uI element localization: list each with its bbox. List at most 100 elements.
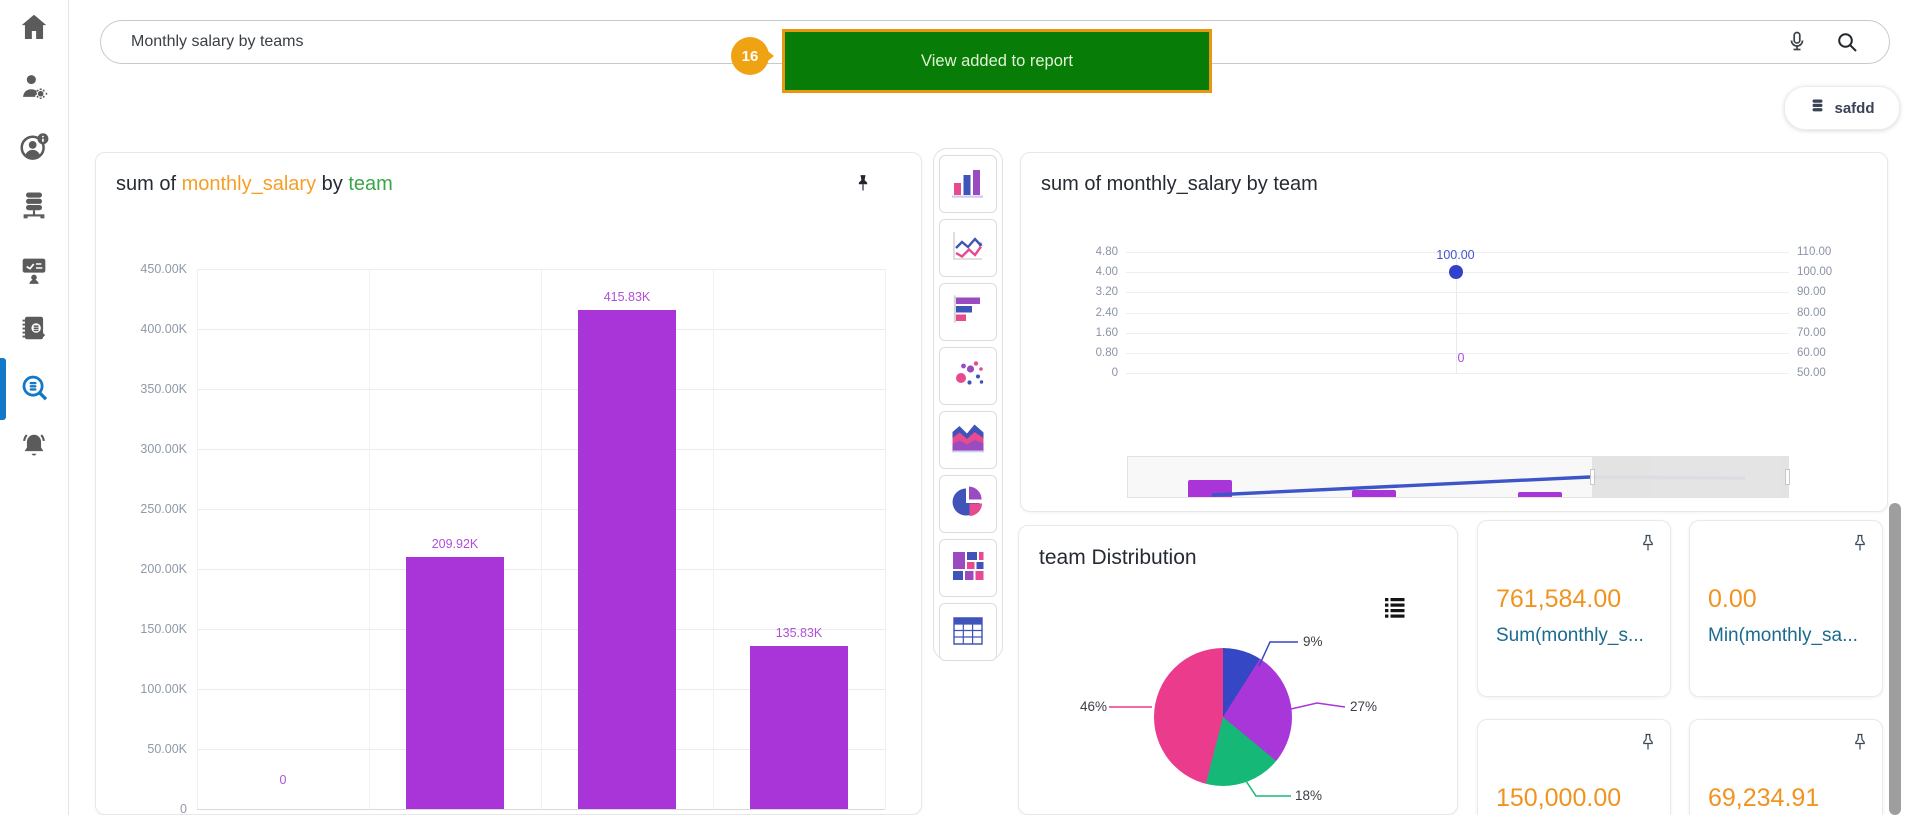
y-axis-tick: 400.00K xyxy=(117,322,187,336)
y-axis-tick: 250.00K xyxy=(117,502,187,516)
gridline-vertical xyxy=(369,269,370,809)
right-axis-tick: 80.00 xyxy=(1797,307,1847,319)
sidebar-item-notifications[interactable] xyxy=(14,428,54,468)
pie-chart-panel: team Distribution 9% 27% 18% 46% xyxy=(1018,525,1458,815)
chart-type-treemap-chart[interactable] xyxy=(939,539,997,597)
gridline xyxy=(1126,333,1789,334)
pie-slice-label: 18% xyxy=(1295,788,1333,803)
sidebar-item-home[interactable] xyxy=(14,9,54,49)
right-axis-tick: 60.00 xyxy=(1797,347,1847,359)
y-axis-tick: 50.00K xyxy=(117,742,187,756)
analytics-app: 16 View added to report safdd sum of mon… xyxy=(0,0,1914,815)
pin-icon[interactable] xyxy=(853,173,873,193)
brush-handle-right[interactable] xyxy=(1785,469,1790,485)
data-point[interactable] xyxy=(1449,265,1463,279)
bar-panel-title: sum of monthly_salary by team xyxy=(116,173,393,196)
data-sources-icon xyxy=(18,189,50,226)
search-icon[interactable] xyxy=(1835,30,1859,54)
chart-type-table-chart[interactable] xyxy=(939,603,997,661)
pin-icon[interactable] xyxy=(1638,732,1658,752)
list-icon[interactable] xyxy=(1384,596,1406,618)
bar-value-label: 415.83K xyxy=(582,290,672,304)
gridline xyxy=(1126,373,1789,374)
pie-panel-title: team Distribution xyxy=(1039,546,1197,570)
pie-chart-icon xyxy=(948,482,988,527)
chart-type-selector xyxy=(933,148,1003,660)
pie-slice-label: 9% xyxy=(1303,634,1341,649)
pin-icon[interactable] xyxy=(1850,533,1870,553)
title-field: monthly_salary xyxy=(182,173,317,195)
sidebar-item-data-search[interactable] xyxy=(14,370,54,410)
column-chart-icon xyxy=(948,162,988,207)
active-item-indicator xyxy=(0,358,6,420)
y-axis-tick: 200.00K xyxy=(117,562,187,576)
scatter-chart-icon xyxy=(948,354,988,399)
left-axis-tick: 1.60 xyxy=(1076,327,1118,339)
chart-type-scatter-chart[interactable] xyxy=(939,347,997,405)
right-axis-tick: 90.00 xyxy=(1797,286,1847,298)
gridline-vertical xyxy=(197,269,198,809)
metric-label: Min(monthly_sa... xyxy=(1708,625,1858,647)
pin-icon[interactable] xyxy=(1638,533,1658,553)
left-axis-tick: 2.40 xyxy=(1076,307,1118,319)
microphone-icon[interactable] xyxy=(1785,30,1809,54)
chart-type-pie-chart[interactable] xyxy=(939,475,997,533)
y-axis-tick: 150.00K xyxy=(117,622,187,636)
left-axis-tick: 0.80 xyxy=(1076,347,1118,359)
sidebar-item-user-info[interactable] xyxy=(14,129,54,169)
bar[interactable] xyxy=(750,646,848,809)
pin-icon[interactable] xyxy=(1850,732,1870,752)
presentation-icon xyxy=(18,254,50,291)
sidebar-item-data-journal[interactable] xyxy=(14,310,54,350)
right-axis-tick: 110.00 xyxy=(1797,246,1847,258)
sidebar-item-user-settings[interactable] xyxy=(14,68,54,108)
metric-value: 150,000.00 xyxy=(1496,784,1621,813)
metric-card: 150,000.00 xyxy=(1477,719,1671,815)
brush-handle-left[interactable] xyxy=(1590,469,1595,485)
x-axis-line xyxy=(197,809,885,810)
bar-chart-panel: sum of monthly_salary by team 0 50.00K 100… xyxy=(95,152,922,815)
right-axis-tick: 70.00 xyxy=(1797,327,1847,339)
minimap-brush[interactable] xyxy=(1592,457,1788,497)
bar[interactable] xyxy=(406,557,504,809)
chart-type-area-chart[interactable] xyxy=(939,411,997,469)
metric-value: 69,234.91 xyxy=(1708,784,1819,813)
gridline xyxy=(1126,292,1789,293)
step-count-badge: 16 xyxy=(731,37,769,75)
y-axis-tick: 100.00K xyxy=(117,682,187,696)
pie-slice-label: 46% xyxy=(1069,699,1107,714)
right-axis-tick: 100.00 xyxy=(1797,266,1847,278)
preview-minimap[interactable] xyxy=(1127,456,1789,498)
chart-type-column-chart[interactable] xyxy=(939,155,997,213)
sidebar xyxy=(0,0,69,815)
view-added-to-report-button[interactable]: View added to report xyxy=(782,29,1212,93)
dataset-chip[interactable]: safdd xyxy=(1784,86,1900,130)
y-axis-tick: 350.00K xyxy=(117,382,187,396)
gridline-vertical xyxy=(541,269,542,809)
user-settings-icon xyxy=(18,70,50,107)
left-axis-tick: 0 xyxy=(1076,367,1118,379)
bar-value-label: 0 xyxy=(238,773,328,787)
chart-type-line-chart[interactable] xyxy=(939,219,997,277)
notifications-icon xyxy=(18,430,50,467)
data-search-icon xyxy=(18,372,50,409)
line-chart-icon xyxy=(948,226,988,271)
sidebar-item-data-sources[interactable] xyxy=(14,187,54,227)
sidebar-item-presentation[interactable] xyxy=(14,252,54,292)
title-mid: by xyxy=(316,173,348,195)
bar-value-label: 135.83K xyxy=(754,626,844,640)
pie-slice-label: 27% xyxy=(1350,699,1388,714)
left-axis-tick: 3.20 xyxy=(1076,286,1118,298)
metric-value: 0.00 xyxy=(1708,585,1757,614)
chart-type-horizontal-bar-chart[interactable] xyxy=(939,283,997,341)
bar-value-label: 209.92K xyxy=(410,537,500,551)
search-bar-icons xyxy=(1785,30,1859,54)
y-axis-tick: 300.00K xyxy=(117,442,187,456)
metric-label: Sum(monthly_s... xyxy=(1496,625,1644,647)
y-axis-tick: 450.00K xyxy=(117,262,187,276)
metric-card: 0.00 Min(monthly_sa... xyxy=(1689,520,1883,697)
vertical-scrollbar[interactable] xyxy=(1889,503,1901,815)
title-prefix: sum of xyxy=(116,173,182,195)
treemap-chart-icon xyxy=(948,546,988,591)
bar[interactable] xyxy=(578,310,676,809)
